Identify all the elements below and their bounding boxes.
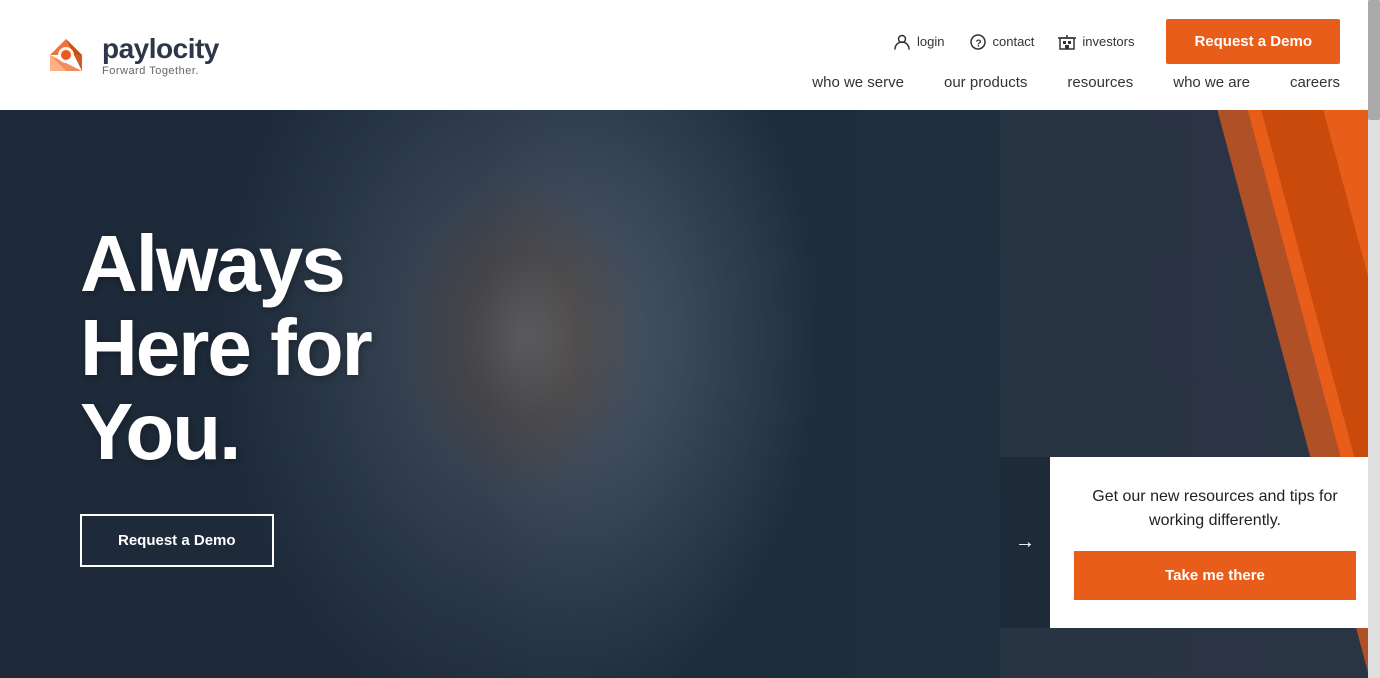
request-demo-header-button[interactable]: Request a Demo — [1166, 19, 1340, 64]
logo-name: paylocity — [102, 33, 219, 65]
nav-resources[interactable]: resources — [1067, 74, 1133, 91]
svg-text:?: ? — [975, 38, 981, 49]
nav-careers[interactable]: careers — [1290, 74, 1340, 91]
info-card: → Get our new resources and tips for wor… — [1000, 457, 1380, 628]
person-icon — [893, 33, 911, 51]
contact-label: contact — [993, 34, 1035, 49]
hero-headline-line3: You. — [80, 387, 239, 476]
scrollbar[interactable] — [1368, 0, 1380, 678]
info-card-body: Get our new resources and tips for worki… — [1050, 457, 1380, 628]
take-me-there-button[interactable]: Take me there — [1074, 551, 1356, 600]
main-nav: who we serve our products resources who … — [812, 74, 1340, 91]
info-card-text: Get our new resources and tips for worki… — [1074, 485, 1356, 533]
question-icon: ? — [969, 33, 987, 51]
login-label: login — [917, 34, 944, 49]
login-link[interactable]: login — [893, 33, 944, 51]
request-demo-hero-button[interactable]: Request a Demo — [80, 514, 274, 567]
investors-label: investors — [1082, 34, 1134, 49]
logo-text: paylocity Forward Together. — [102, 33, 219, 77]
logo-tagline: Forward Together. — [102, 65, 219, 77]
info-card-arrow[interactable]: → — [1000, 457, 1050, 628]
header: paylocity Forward Together. login — [0, 0, 1380, 110]
building-icon — [1058, 33, 1076, 51]
hero-headline-line2: Here for — [80, 303, 371, 392]
logo-area[interactable]: paylocity Forward Together. — [40, 29, 219, 81]
top-links: login ? contact — [893, 33, 1134, 51]
hero-headline: Always Here for You. — [80, 222, 1380, 474]
contact-link[interactable]: ? contact — [969, 33, 1035, 51]
hero-headline-line1: Always — [80, 219, 344, 308]
header-right: login ? contact — [812, 19, 1340, 91]
nav-who-we-are[interactable]: who we are — [1173, 74, 1250, 91]
hero-section: Always Here for You. Request a Demo → Ge… — [0, 110, 1380, 678]
nav-our-products[interactable]: our products — [944, 74, 1027, 91]
investors-link[interactable]: investors — [1058, 33, 1134, 51]
paylocity-logo-icon — [40, 29, 92, 81]
arrow-right-icon: → — [1015, 531, 1035, 554]
scrollbar-thumb[interactable] — [1368, 0, 1380, 120]
nav-who-we-serve[interactable]: who we serve — [812, 74, 904, 91]
